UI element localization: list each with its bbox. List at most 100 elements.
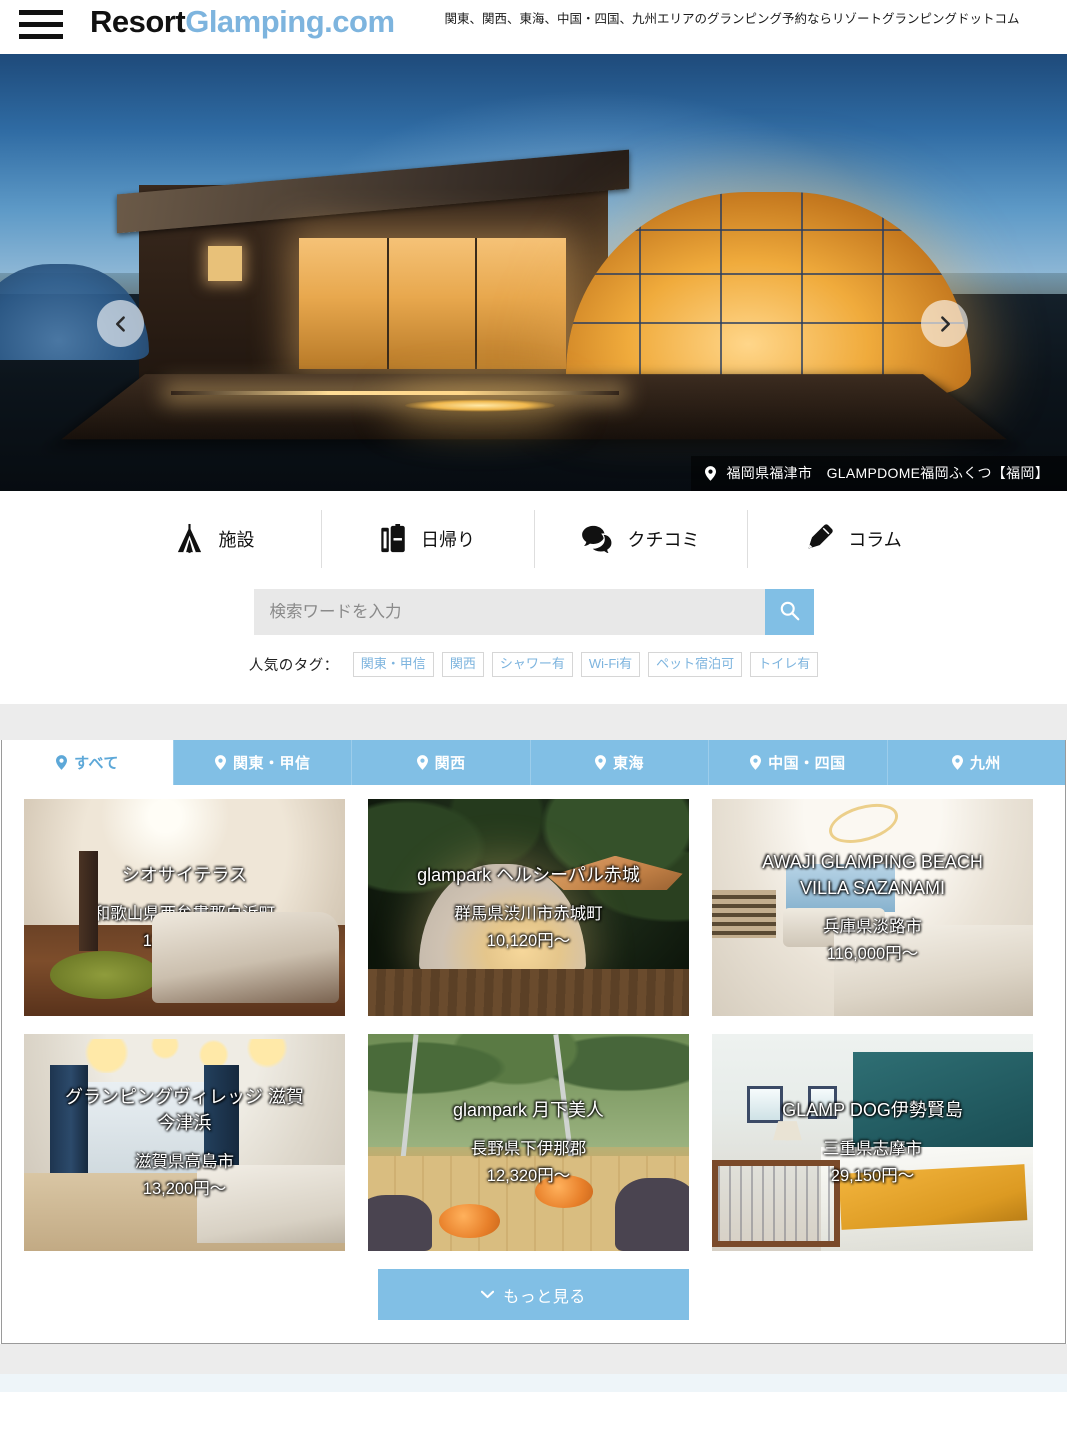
- region-tab-label: 中国・四国: [768, 755, 846, 773]
- facility-title: AWAJI GLAMPING BEACH VILLA SAZANAMI: [762, 851, 983, 899]
- pencil-icon: [805, 523, 834, 554]
- load-more-button[interactable]: もっと見る: [378, 1269, 689, 1321]
- footer-divider: [0, 1344, 1067, 1375]
- region-tab-label: 九州: [969, 755, 1001, 773]
- region-tab-label: すべて: [74, 755, 119, 773]
- quick-nav-item-facilities[interactable]: 施設: [108, 510, 321, 568]
- dome-grid-line: [565, 273, 971, 276]
- dome-grid-line: [800, 192, 803, 395]
- quick-nav-label: 日帰り: [421, 529, 475, 550]
- map-pin-icon: [705, 465, 717, 481]
- region-tab-chugoku-shikoku[interactable]: 中国・四国: [709, 740, 888, 786]
- map-pin-icon: [214, 755, 226, 771]
- map-pin-icon: [951, 755, 963, 771]
- facility-card-grid: シオサイテラス 和歌山県西牟婁郡白浜町 12,320円〜 glampark ヘル…: [2, 785, 1065, 1252]
- hero-prev-button[interactable]: [97, 300, 144, 347]
- facility-card[interactable]: グランピングヴィレッジ 滋賀今津浜 滋賀県高島市 13,200円〜: [24, 1034, 345, 1252]
- facility-card[interactable]: glampark ヘルシーパル赤城 群馬県渋川市赤城町 10,120円〜: [368, 799, 689, 1017]
- facility-card-overlay: glampark ヘルシーパル赤城 群馬県渋川市赤城町 10,120円〜: [368, 799, 689, 1016]
- tent-icon: [174, 523, 205, 554]
- map-pin-icon: [750, 755, 762, 771]
- hamburger-icon[interactable]: [14, 2, 68, 46]
- hamburger-bar: [19, 33, 63, 39]
- region-tab-kanto-koshin[interactable]: 関東・甲信: [174, 740, 353, 786]
- facility-card[interactable]: GLAMP DOG伊勢賢島 三重県志摩市 29,150円〜: [712, 1034, 1033, 1252]
- facility-title: glampark 月下美人: [452, 1100, 605, 1120]
- facility-card-overlay: GLAMP DOG伊勢賢島 三重県志摩市 29,150円〜: [712, 1034, 1033, 1251]
- load-more-label: もっと見る: [503, 1288, 586, 1306]
- region-tab-label: 関東・甲信: [232, 755, 311, 773]
- region-tab-label: 東海: [613, 755, 645, 773]
- quick-nav-label: クチコミ: [627, 529, 700, 550]
- hero-caption: 福岡県福津市 GLAMPDOME福岡ふくつ【福岡】: [691, 456, 1067, 491]
- chevron-left-icon: [112, 315, 130, 333]
- facility-price: 116,000円〜: [826, 944, 919, 963]
- search-button[interactable]: [764, 589, 814, 635]
- quick-nav-item-dayuse[interactable]: 日帰り: [320, 509, 534, 568]
- suitcase-icon: [380, 523, 407, 554]
- more-button-wrap: もっと見る: [2, 1269, 1065, 1321]
- quick-nav-label: 施設: [218, 529, 255, 550]
- photo-detail: [152, 912, 339, 1004]
- photo-detail: [78, 851, 98, 952]
- popular-tags: 人気のタグ： 関東・甲信 関西 シャワー有 Wi-Fi有 ペット宿泊可 トイレ有: [0, 652, 1067, 678]
- site-logo[interactable]: ResortGlamping.com: [90, 6, 395, 37]
- hero-cabin-window: [208, 246, 243, 282]
- map-pin-icon: [595, 755, 606, 771]
- facility-location: 滋賀県高島市: [135, 1153, 234, 1172]
- region-tab-label: 関西: [434, 755, 466, 773]
- footer-divider-secondary: [0, 1374, 1067, 1393]
- tag-button[interactable]: トイレ有: [750, 652, 819, 678]
- quick-nav: 施設 日帰り クチコミ コラム: [0, 491, 1067, 586]
- tag-button[interactable]: ペット宿泊可: [648, 652, 743, 678]
- tag-button[interactable]: Wi-Fi有: [580, 652, 641, 678]
- search-section: [0, 586, 1067, 635]
- logo-secondary-text: Glamping.com: [185, 4, 395, 39]
- quick-nav-label: コラム: [848, 529, 902, 550]
- facility-title: シオサイテラス: [121, 865, 248, 885]
- hero-photo: [0, 54, 1067, 491]
- speech-bubbles-icon: [581, 525, 614, 553]
- facility-location: 長野県下伊那郡: [470, 1140, 587, 1159]
- facility-card[interactable]: AWAJI GLAMPING BEACH VILLA SAZANAMI 兵庫県淡…: [712, 799, 1033, 1017]
- facility-card[interactable]: glampark 月下美人 長野県下伊那郡 12,320円〜: [368, 1034, 689, 1252]
- hero-cabin-glass-wall: [298, 237, 566, 369]
- facility-price: 13,200円〜: [142, 1179, 227, 1198]
- photo-detail: [49, 951, 159, 999]
- listing-panel: すべて 関東・甲信 関西 東海 中国・四国 九州 シオサイテラス glampar…: [1, 740, 1066, 1345]
- search-icon: [779, 600, 800, 624]
- facility-card[interactable]: シオサイテラス 和歌山県西牟婁郡白浜町 12,320円〜: [24, 799, 345, 1017]
- dome-grid-line: [565, 228, 971, 231]
- quick-nav-item-column[interactable]: コラム: [746, 509, 960, 568]
- site-tagline: 関東、関西、東海、中国・四国、九州エリアのグランピング予約ならリゾートグランピン…: [444, 12, 1020, 26]
- tag-button[interactable]: 関東・甲信: [352, 652, 434, 678]
- hamburger-bar: [19, 21, 63, 27]
- tag-button[interactable]: 関西: [441, 652, 484, 678]
- facility-location: 三重県志摩市: [823, 1140, 922, 1159]
- search-input[interactable]: [253, 589, 765, 635]
- region-tab-kyushu[interactable]: 九州: [887, 740, 1066, 786]
- search-box: [253, 589, 814, 635]
- region-tab-tokai[interactable]: 東海: [530, 740, 710, 786]
- hero-next-button[interactable]: [921, 300, 968, 347]
- hero-carousel[interactable]: 福岡県福津市 GLAMPDOME福岡ふくつ【福岡】: [0, 54, 1067, 491]
- facility-card-overlay: glampark 月下美人 長野県下伊那郡 12,320円〜: [368, 1034, 689, 1251]
- region-tabs: すべて 関東・甲信 関西 東海 中国・四国 九州: [2, 740, 1066, 786]
- logo-primary-text: Resort: [90, 4, 186, 39]
- facility-location: 兵庫県淡路市: [823, 918, 922, 937]
- facility-title: glampark ヘルシーパル赤城: [417, 865, 640, 885]
- tag-button[interactable]: シャワー有: [491, 652, 573, 678]
- facility-price: 10,120円〜: [486, 931, 571, 950]
- map-pin-icon: [416, 755, 428, 771]
- facility-location: 群馬県渋川市赤城町: [454, 905, 603, 924]
- facility-card-overlay: AWAJI GLAMPING BEACH VILLA SAZANAMI 兵庫県淡…: [712, 799, 1033, 1016]
- dome-grid-line: [638, 192, 641, 395]
- chevron-right-icon: [936, 315, 954, 333]
- hero-deck-light: [170, 390, 619, 395]
- region-tab-kansai[interactable]: 関西: [352, 740, 531, 786]
- facility-price: 29,150円〜: [830, 1166, 915, 1185]
- region-tab-all[interactable]: すべて: [2, 740, 174, 786]
- facility-title: グランピングヴィレッジ 滋賀今津浜: [65, 1086, 304, 1134]
- chevron-down-icon: [481, 1286, 495, 1304]
- quick-nav-item-reviews[interactable]: クチコミ: [533, 509, 747, 568]
